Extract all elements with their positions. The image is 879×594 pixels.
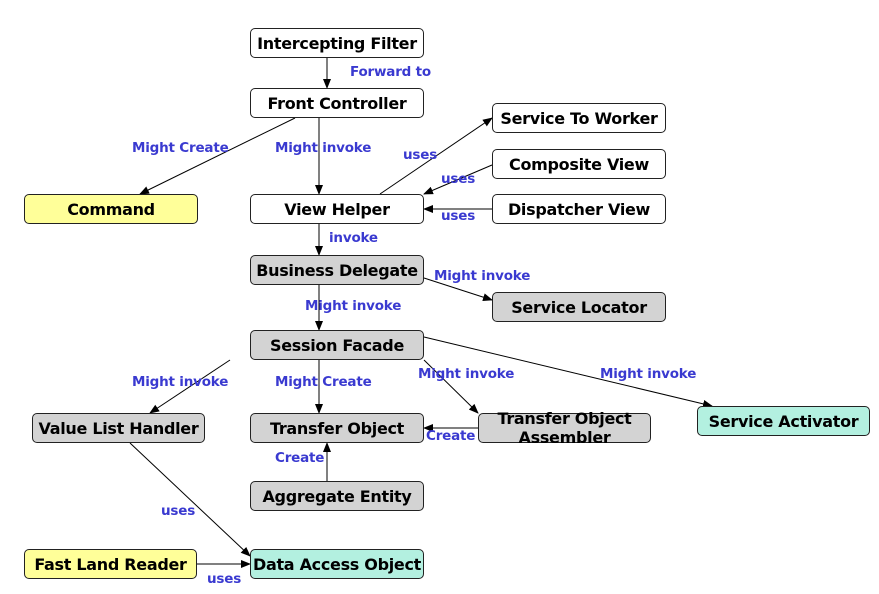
node-business-delegate: Business Delegate xyxy=(250,255,424,285)
node-session-facade: Session Facade xyxy=(250,330,424,360)
edge-label: Might invoke xyxy=(275,140,372,156)
edge-label: invoke xyxy=(329,230,378,246)
edge-label: Create xyxy=(426,428,476,444)
edge-label: Create xyxy=(275,450,325,466)
edge-value-list-handler-to-data-access-object xyxy=(129,442,251,557)
node-data-access-object: Data Access Object xyxy=(250,549,424,579)
edge-label: Might Create xyxy=(275,374,372,390)
node-transfer-object-assembler: Transfer Object Assembler xyxy=(478,409,651,447)
edge-label: uses xyxy=(207,571,242,587)
node-fast-land-reader: Fast Land Reader xyxy=(24,549,197,579)
edges-layer xyxy=(129,58,713,568)
pattern-diagram: Intercepting Filter Front Controller Servi… xyxy=(0,0,879,594)
edge-label: Might invoke xyxy=(305,298,402,314)
node-service-activator: Service Activator xyxy=(697,406,870,436)
edge-label: uses xyxy=(441,208,476,224)
node-dispatcher-view: Dispatcher View xyxy=(492,194,666,224)
node-composite-view: Composite View xyxy=(492,149,666,179)
edge-label: uses xyxy=(403,147,438,163)
edge-label: Might invoke xyxy=(600,366,697,382)
edge-label: Might invoke xyxy=(418,366,515,382)
node-value-list-handler: Value List Handler xyxy=(32,413,205,443)
node-service-to-worker: Service To Worker xyxy=(492,103,666,133)
node-front-controller: Front Controller xyxy=(250,88,424,118)
node-view-helper: View Helper xyxy=(250,194,424,224)
edge-front-controller-to-command xyxy=(139,117,296,195)
edge-label: Might invoke xyxy=(434,268,531,284)
node-aggregate-entity: Aggregate Entity xyxy=(250,481,424,511)
edge-label: uses xyxy=(441,171,476,187)
edge-label: uses xyxy=(161,503,196,519)
node-intercepting-filter: Intercepting Filter xyxy=(250,28,424,58)
edge-label: Might invoke xyxy=(132,374,229,390)
node-service-locator: Service Locator xyxy=(492,292,666,322)
edge-label: Forward to xyxy=(350,64,431,80)
edge-label: Might Create xyxy=(132,140,229,156)
node-command: Command xyxy=(24,194,198,224)
node-transfer-object: Transfer Object xyxy=(250,413,424,443)
